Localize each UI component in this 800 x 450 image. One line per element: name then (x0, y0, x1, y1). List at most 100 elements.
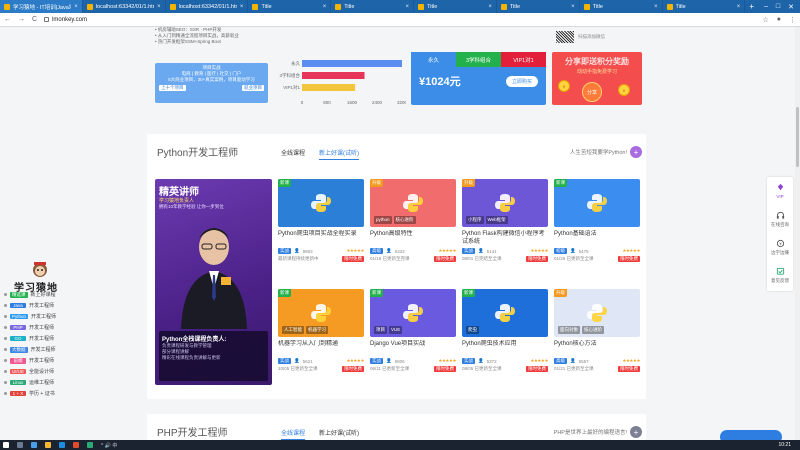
close-icon[interactable]: × (571, 4, 575, 10)
browser-tab[interactable]: 学习猿地 - IT培训|Java培训× (0, 0, 83, 13)
start-icon[interactable] (3, 442, 9, 448)
course-tag: 爬虫 (466, 326, 479, 334)
section-slogan[interactable]: 人生苦短我要学Python! (570, 148, 627, 156)
course-card[interactable]: 新课 Python基础语法 初级 👤 5475 ★★★★★ 01/25 已更新至全课 限时免费 (554, 179, 640, 262)
chat-widget-button[interactable] (720, 430, 782, 440)
browser-tab[interactable]: localhost:63342/01/1.html × (83, 0, 166, 13)
search-icon[interactable] (17, 442, 23, 448)
course-thumbnail[interactable]: 升级 面向对象 核心进阶 (554, 289, 640, 337)
close-icon[interactable]: × (240, 4, 244, 10)
tab-new-courses[interactable]: 新上好课(试听) (319, 428, 359, 440)
close-icon[interactable]: × (406, 4, 410, 10)
buy-now-button[interactable]: 立即购买 (505, 75, 538, 87)
clock[interactable]: 10:21 (778, 442, 797, 448)
more-plus-icon[interactable]: + (630, 426, 642, 438)
category-nav-item[interactable]: PHP 开发工程师 (4, 322, 74, 333)
tab-new-courses[interactable]: 新上好课(试听) (319, 148, 360, 160)
browser-tab[interactable]: localhost:63342/01/1.html × (166, 0, 249, 13)
course-card[interactable]: 升级 python 核心进阶 Python高级特性 高级 👤 5333 ★★★★★ 01/18 … (370, 179, 456, 262)
url-field[interactable]: lmonkey.com (44, 17, 87, 23)
course-card[interactable]: 升级 小程序 Web框架 Python Flask构建微信小程序考试系统 实战 👤 5141… (462, 179, 548, 262)
browser-tab[interactable]: Title × (497, 0, 580, 13)
tab-all-courses[interactable]: 全线课程 (281, 148, 305, 160)
browser-tab[interactable]: Title × (663, 0, 746, 13)
course-badge: 新课 (554, 179, 567, 187)
back-icon[interactable]: ← (4, 16, 11, 23)
course-title[interactable]: Django Vue项目实战 (370, 340, 456, 356)
course-thumbnail[interactable]: 新课 (554, 179, 640, 227)
course-card[interactable]: 新课 人工智能 机器学习 机器学习从入门到精通 实战 👤 5621 ★★★★★ 10/05 已更… (278, 289, 364, 372)
browser-tab[interactable]: Title × (414, 0, 497, 13)
course-title[interactable]: Python高级特性 (370, 230, 456, 246)
course-thumbnail[interactable]: 新课 (278, 179, 364, 227)
close-icon[interactable]: × (737, 4, 741, 10)
category-nav-item[interactable]: 1 + X 学历 + 证书 (4, 388, 74, 399)
course-thumbnail[interactable]: 新课 项目 VUE (370, 289, 456, 337)
right-tool-feedback[interactable]: 意见反馈 (767, 261, 793, 289)
minimize-icon[interactable]: – (764, 3, 768, 10)
bookmark-star-icon[interactable]: ☆ (762, 16, 768, 24)
browser-tab[interactable]: Title × (580, 0, 663, 13)
new-tab-button[interactable]: + (745, 0, 758, 13)
course-card[interactable]: 升级 面向对象 核心进阶 Python核心方法 高级 👤 5557 ★★★★★ 01/21 已更… (554, 289, 640, 372)
price-tab-vip[interactable]: VIP1对1 (501, 52, 546, 67)
close-icon[interactable]: × (323, 4, 327, 10)
course-title[interactable]: Python基础语法 (554, 230, 640, 246)
category-nav-item[interactable]: 前端 开发工程师 (4, 355, 74, 366)
page-scrollbar[interactable] (795, 27, 800, 440)
category-nav-item[interactable]: 大数据 开发工程师 (4, 344, 74, 355)
course-card[interactable]: 新课 项目 VUE Django Vue项目实战 实战 👤 5806 ★★★★★ 06/11 已… (370, 289, 456, 372)
category-nav-item[interactable]: 精选课 新上好课程 (4, 289, 74, 300)
course-card[interactable]: 新课 爬虫 Python爬虫技术应用 实战 👤 5372 ★★★★★ 08/05 已更新至全课… (462, 289, 548, 372)
course-title[interactable]: Python Flask构建微信小程序考试系统 (462, 230, 548, 246)
section-slogan[interactable]: PHP是世界上最好的编程语言! (554, 428, 627, 436)
right-tool-headset[interactable]: 在线咨询 (767, 205, 793, 233)
course-thumbnail[interactable]: 升级 python 核心进阶 (370, 179, 456, 227)
reload-icon[interactable]: C (32, 16, 37, 23)
scrollbar-thumb[interactable] (796, 107, 799, 167)
right-tool-diamond[interactable]: VIP (767, 177, 793, 205)
course-thumbnail[interactable]: 升级 小程序 Web框架 (462, 179, 548, 227)
close-icon[interactable]: × (488, 4, 492, 10)
close-icon[interactable]: × (74, 4, 78, 10)
share-reward-card[interactable]: 分享即送积分奖励 动动手指免费学习 ¥ ¥ 分享 (552, 52, 642, 105)
forward-icon[interactable]: → (18, 16, 25, 23)
system-tray[interactable]: ^ 🔊 中 (101, 442, 117, 449)
price-tab-combo[interactable]: 3学科组合 (456, 52, 501, 67)
category-nav-item[interactable]: UI/UE 全能设计师 (4, 366, 74, 377)
python-section: Python开发工程师 全线课程 新上好课(试听) 人生苦短我要学Python!… (147, 134, 646, 399)
course-thumbnail[interactable]: 新课 人工智能 机器学习 (278, 289, 364, 337)
tab-all-courses[interactable]: 全线课程 (281, 428, 306, 440)
right-tool-coins[interactable]: ¥ 边学边赚 (767, 233, 793, 261)
chrome-icon[interactable] (59, 442, 65, 448)
course-card[interactable]: 新课 Python爬虫项目实战全程实录 实战 👤 8883 ★★★★★ 最新课程持续更新中 限… (278, 179, 364, 262)
account-icon[interactable]: ● (777, 16, 781, 24)
share-button[interactable]: 分享 (582, 82, 602, 102)
category-nav-item[interactable]: Java 开发工程师 (4, 300, 74, 311)
browser-tab[interactable]: Title × (331, 0, 415, 13)
course-title[interactable]: Python爬虫项目实战全程实录 (278, 230, 364, 246)
maximize-icon[interactable]: □ (776, 3, 780, 10)
notice-right-button[interactable]: 就业项目 (242, 85, 264, 91)
course-title[interactable]: Python核心方法 (554, 340, 640, 356)
menu-icon[interactable]: ⋮ (789, 16, 796, 24)
course-thumbnail[interactable]: 新课 爬虫 (462, 289, 548, 337)
category-nav-item[interactable]: GO 开发工程师 (4, 333, 74, 344)
price-tab-permanent[interactable]: 永久 (411, 52, 456, 67)
close-window-icon[interactable]: ✕ (788, 3, 794, 11)
course-title[interactable]: Python爬虫技术应用 (462, 340, 548, 356)
close-icon[interactable]: × (654, 4, 658, 10)
notice-left-button[interactable]: 上十个项目 (159, 85, 186, 91)
explorer-icon[interactable] (45, 442, 51, 448)
course-title[interactable]: 机器学习从入门到精通 (278, 340, 364, 356)
monkey-mascot-icon (33, 262, 47, 277)
taskview-icon[interactable] (31, 442, 37, 448)
browser-tab[interactable]: Title × (248, 0, 332, 13)
app-icon[interactable] (87, 442, 93, 448)
category-nav-item[interactable]: Linux 运维工程师 (4, 377, 74, 388)
category-nav-item[interactable]: Python 开发工程师 (4, 311, 74, 322)
teacher-banner[interactable]: 精英讲师 学习猿地负责人 拥有10年教学经验 让你一步到位 Python全栈课程… (155, 179, 272, 385)
close-icon[interactable]: × (157, 4, 161, 10)
more-plus-icon[interactable]: + (630, 146, 642, 158)
app-icon[interactable] (73, 442, 79, 448)
